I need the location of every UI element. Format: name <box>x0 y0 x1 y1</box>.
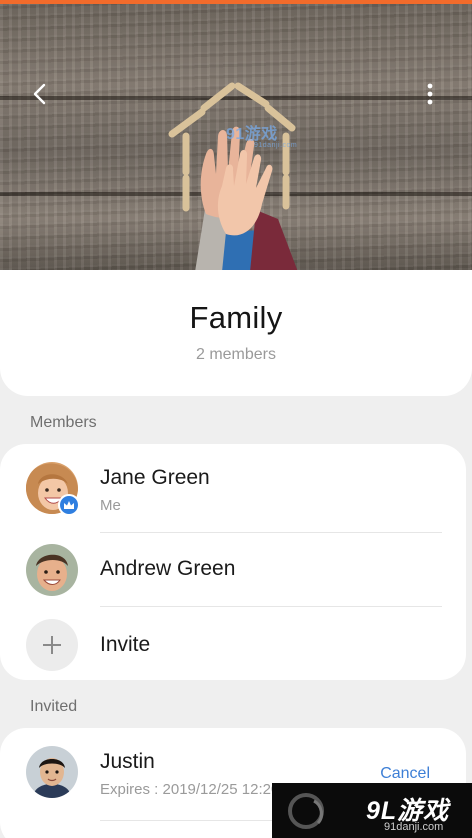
watermark-top-logo: 91游戏 <box>226 126 278 143</box>
member-name: Jane Green <box>100 466 210 489</box>
cancel-invite-button[interactable]: Cancel <box>380 765 430 783</box>
member-row-andrew[interactable]: Andrew Green <box>0 533 466 607</box>
members-section-label: Members <box>30 414 97 431</box>
group-header-card: Family 2 members <box>0 270 472 396</box>
invited-section-label: Invited <box>30 698 78 715</box>
back-button[interactable] <box>22 76 58 112</box>
group-cover-image: 91游戏 91danji.com <box>0 4 472 272</box>
owner-badge <box>58 494 80 516</box>
watermark-ring-icon <box>288 793 324 829</box>
invite-icon-circle <box>26 619 78 671</box>
invite-label: Invite <box>100 633 151 656</box>
crown-icon <box>64 501 74 509</box>
invitee-name: Justin <box>100 750 155 773</box>
watermark-bottom-url: 91danji.com <box>384 821 444 833</box>
invite-row[interactable]: Invite <box>0 607 466 679</box>
watermark-top: 91游戏 91danji.com <box>226 120 297 149</box>
member-count: 2 members <box>195 346 277 363</box>
invite-expiry: Expires : 2019/12/25 12:20 <box>100 781 280 798</box>
member-row-jane[interactable]: Jane Green Me <box>0 444 466 532</box>
watermark-bottom: 9L游戏 91danji.com <box>272 783 472 838</box>
plus-icon <box>43 636 61 654</box>
more-vertical-icon <box>427 83 433 105</box>
member-subtitle: Me <box>100 497 121 514</box>
avatar-justin <box>26 746 78 798</box>
more-options-button[interactable] <box>418 78 442 110</box>
watermark-top-url: 91danji.com <box>254 142 298 149</box>
chevron-left-icon <box>33 83 46 105</box>
avatar-andrew <box>26 544 78 596</box>
group-name: Family <box>189 300 283 335</box>
member-name: Andrew Green <box>100 557 236 580</box>
members-card: Jane Green Me Andrew Green Invite <box>0 444 466 680</box>
